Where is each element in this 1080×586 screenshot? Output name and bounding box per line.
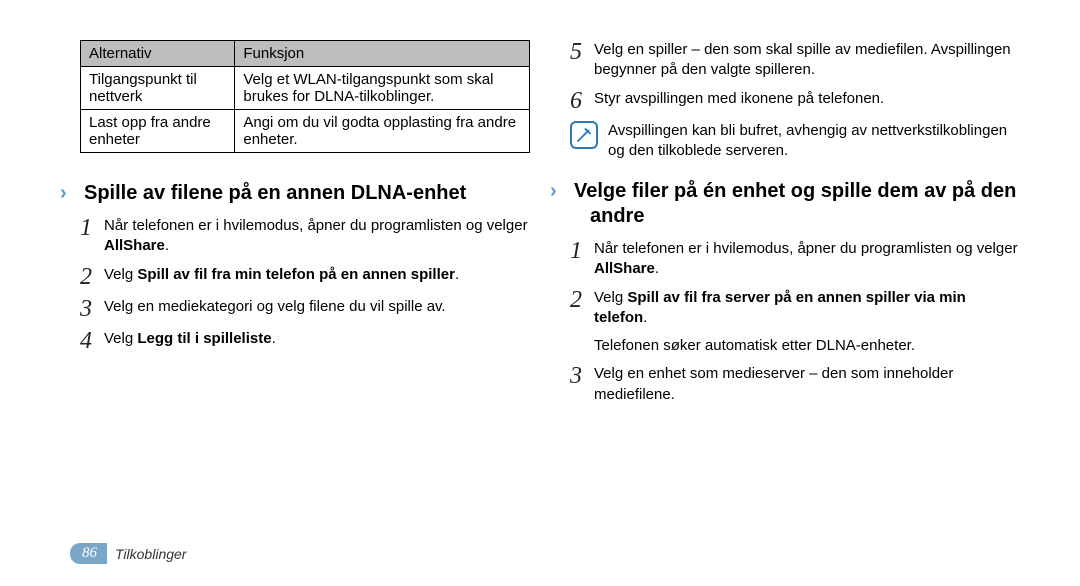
th-alternativ: Alternativ [81, 41, 235, 67]
step: 3 Velg en enhet som medieserver – den so… [570, 364, 1020, 405]
step-number: 5 [570, 40, 594, 81]
step-number: 6 [570, 89, 594, 113]
step: 2 Velg Spill av fil fra min telefon på e… [80, 265, 530, 289]
step: 4 Velg Legg til i spilleliste. [80, 329, 530, 353]
step-number: 3 [570, 364, 594, 405]
step-number: 2 [80, 265, 104, 289]
page-number: 86 [70, 543, 107, 564]
step-number: 1 [80, 216, 104, 257]
right-column: 5 Velg en spiller – den som skal spille … [570, 40, 1020, 413]
note-icon [570, 121, 598, 149]
step: 6 Styr avspillingen med ikonene på telef… [570, 89, 1020, 113]
table-row: Tilgangspunkt til nettverk Velg et WLAN-… [81, 67, 530, 110]
step-number: 1 [570, 239, 594, 280]
table-row: Last opp fra andre enheter Angi om du vi… [81, 110, 530, 153]
step: 1 Når telefonen er i hvilemodus, åpner d… [570, 239, 1020, 280]
footer-section: Tilkoblinger [115, 546, 186, 562]
step: 2 Velg Spill av fil fra server på en ann… [570, 288, 1020, 329]
step-number: 4 [80, 329, 104, 353]
step: 3 Velg en mediekategori og velg filene d… [80, 297, 530, 321]
step-number: 3 [80, 297, 104, 321]
step: 1 Når telefonen er i hvilemodus, åpner d… [80, 216, 530, 257]
section-title-right: ›Velge filer på én enhet og spille dem a… [570, 179, 1020, 229]
note: Avspillingen kan bli bufret, avhengig av… [570, 121, 1020, 162]
step-number: 2 [570, 288, 594, 329]
step: 5 Velg en spiller – den som skal spille … [570, 40, 1020, 81]
section-title-left: ›Spille av filene på en annen DLNA-enhet [80, 181, 530, 206]
note-text: Avspillingen kan bli bufret, avhengig av… [608, 121, 1020, 162]
left-column: Alternativ Funksjon Tilgangspunkt til ne… [80, 40, 530, 413]
th-funksjon: Funksjon [235, 41, 530, 67]
sub-note: Telefonen søker automatisk etter DLNA-en… [594, 336, 1020, 356]
footer: 86 Tilkoblinger [70, 543, 186, 564]
options-table: Alternativ Funksjon Tilgangspunkt til ne… [80, 40, 530, 153]
